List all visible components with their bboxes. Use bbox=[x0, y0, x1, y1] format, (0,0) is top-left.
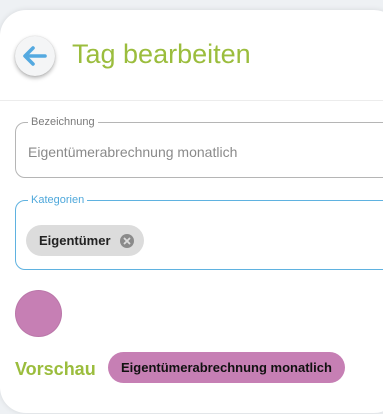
name-field[interactable]: Bezeichnung Eigentümerabrechnung monatli… bbox=[15, 115, 383, 178]
close-icon[interactable] bbox=[119, 233, 134, 248]
color-picker-swatch[interactable] bbox=[15, 290, 62, 337]
preview-tag: Eigentümerabrechnung monatlich bbox=[108, 352, 345, 383]
arrow-left-icon bbox=[23, 46, 47, 66]
category-field-label: Kategorien bbox=[28, 193, 88, 207]
header: Tag bearbeiten bbox=[0, 10, 383, 101]
name-field-label: Bezeichnung bbox=[28, 115, 98, 129]
page-title: Tag bearbeiten bbox=[72, 39, 251, 69]
preview-label: Vorschau bbox=[15, 359, 96, 379]
edit-tag-card: Tag bearbeiten Bezeichnung Eigentümerabr… bbox=[0, 10, 383, 413]
back-button[interactable] bbox=[15, 36, 55, 76]
category-chip-label: Eigentümer bbox=[39, 233, 111, 248]
category-chip[interactable]: Eigentümer bbox=[26, 225, 144, 256]
name-field-value[interactable]: Eigentümerabrechnung monatlich bbox=[28, 143, 237, 161]
category-field[interactable]: Kategorien Eigentümer bbox=[15, 193, 383, 270]
